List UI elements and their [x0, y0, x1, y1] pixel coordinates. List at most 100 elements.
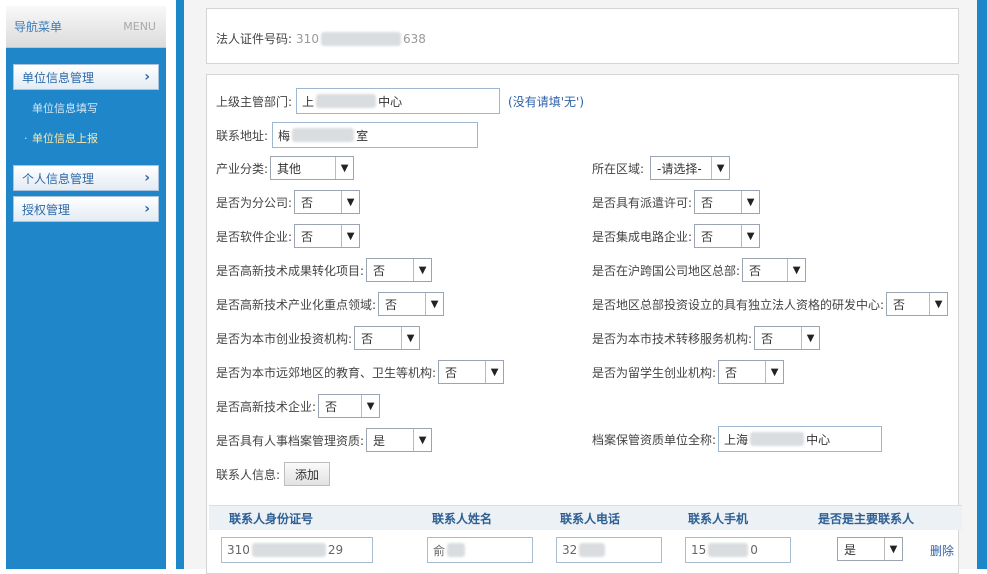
- address-input[interactable]: 梅 室: [272, 122, 479, 148]
- archive-unit-value-suffix: 中心: [806, 432, 831, 447]
- chevron-down-icon: ▼: [335, 157, 353, 179]
- column-header: 是否是主要联系人: [818, 511, 915, 526]
- edu-health-value: 否: [445, 365, 458, 380]
- sidebar-group-label: 个人信息管理: [22, 171, 95, 186]
- hitech-conv-label: 是否高新技术成果转化项目:: [216, 263, 365, 278]
- hr-archive-select[interactable]: 是 ▼: [366, 428, 433, 452]
- chevron-down-icon: ▼: [929, 293, 947, 315]
- chevron-down-icon: ▼: [801, 327, 819, 349]
- legal-id-value-suffix: 638: [402, 31, 426, 46]
- redaction-mask: [320, 31, 401, 46]
- table-row: 310 29 俞 32 15 0 是 ▼ 删除: [209, 531, 962, 569]
- dispatch-value: 否: [701, 195, 714, 210]
- sidebar-item-unit-fill[interactable]: 单位信息填写: [6, 94, 166, 124]
- supervisor-input[interactable]: 上 中心: [296, 88, 501, 114]
- sidebar-group-unit-info[interactable]: 单位信息管理 ›: [13, 64, 159, 90]
- returnee-select[interactable]: 否 ▼: [718, 360, 785, 384]
- industry-value: 其他: [277, 161, 302, 176]
- archive-unit-row: 档案保管资质单位全称: 上海 中心: [592, 426, 883, 452]
- nav-menu-label: MENU: [123, 20, 156, 33]
- hitech-label: 是否高新技术企业:: [216, 399, 317, 414]
- bullet-icon: ·: [24, 132, 28, 145]
- hr-archive-label: 是否具有人事档案管理资质:: [216, 433, 365, 448]
- contact-mobile-suffix: 0: [750, 543, 758, 557]
- chevron-right-icon: ›: [144, 170, 150, 186]
- redaction-mask: [292, 128, 355, 142]
- redaction-mask: [579, 543, 606, 557]
- add-contact-button[interactable]: 添加: [284, 462, 331, 486]
- multinational-select[interactable]: 否 ▼: [742, 258, 807, 282]
- legal-id-row: 法人证件号码: 310 638: [216, 30, 426, 47]
- sidebar-item-label: 单位信息上报: [32, 132, 98, 145]
- tech-transfer-select[interactable]: 否 ▼: [754, 326, 821, 350]
- chevron-right-icon: ›: [144, 69, 150, 85]
- address-label: 联系地址:: [216, 128, 269, 143]
- chevron-down-icon: ▼: [711, 157, 729, 179]
- column-header: 联系人手机: [688, 511, 749, 526]
- sidebar-group-personal-info[interactable]: 个人信息管理 ›: [13, 165, 159, 191]
- app-window: 导航菜单 MENU 单位信息管理 › 单位信息填写 · 单位信息上报 个人信息管…: [0, 0, 987, 574]
- chevron-down-icon: ▼: [361, 395, 379, 417]
- dispatch-select[interactable]: 否 ▼: [694, 190, 761, 214]
- software-select[interactable]: 否 ▼: [294, 224, 361, 248]
- chevron-down-icon: ▼: [425, 293, 443, 315]
- hitech-value: 否: [325, 399, 338, 414]
- delete-contact-link[interactable]: 删除: [930, 542, 954, 559]
- contact-name-input[interactable]: 俞: [427, 537, 533, 563]
- edu-health-select[interactable]: 否 ▼: [438, 360, 505, 384]
- contact-id-suffix: 29: [327, 543, 344, 557]
- supervisor-value-suffix: 中心: [378, 94, 403, 109]
- archive-unit-label: 档案保管资质单位全称:: [592, 432, 717, 447]
- supervisor-value-prefix: 上: [302, 94, 315, 109]
- software-row: 是否软件企业: 否 ▼: [216, 224, 361, 248]
- rd-center-select[interactable]: 否 ▼: [886, 292, 949, 316]
- software-label: 是否软件企业:: [216, 229, 293, 244]
- hitech-conv-select[interactable]: 否 ▼: [366, 258, 433, 282]
- branch-select[interactable]: 否 ▼: [294, 190, 361, 214]
- edu-health-row: 是否为本市远郊地区的教育、卫生等机构: 否 ▼: [216, 360, 505, 384]
- venture-select[interactable]: 否 ▼: [354, 326, 421, 350]
- branch-row: 是否为分公司: 否 ▼: [216, 190, 361, 214]
- ic-select[interactable]: 否 ▼: [694, 224, 761, 248]
- returnee-value: 否: [725, 365, 738, 380]
- rd-center-row: 是否地区总部投资设立的具有独立法人资格的研发中心: 否 ▼: [592, 292, 949, 316]
- chevron-down-icon: ▼: [765, 361, 783, 383]
- hitech-industry-label: 是否高新技术产业化重点领域:: [216, 297, 377, 312]
- chevron-right-icon: ›: [144, 201, 150, 217]
- sidebar-group-authorization[interactable]: 授权管理 ›: [13, 196, 159, 222]
- hitech-industry-row: 是否高新技术产业化重点领域: 否 ▼: [216, 292, 445, 316]
- industry-select[interactable]: 其他 ▼: [270, 156, 355, 180]
- contact-id-prefix: 310: [227, 543, 250, 557]
- contact-mobile-input[interactable]: 15 0: [685, 537, 791, 563]
- address-row: 联系地址: 梅 室: [216, 122, 479, 148]
- redaction-mask: [708, 543, 749, 557]
- address-value-prefix: 梅: [278, 128, 291, 143]
- contacts-table-header: 联系人身份证号 联系人姓名 联系人电话 联系人手机 是否是主要联系人: [209, 505, 962, 530]
- contact-phone-value: 32: [562, 543, 578, 557]
- chevron-down-icon: ▼: [401, 327, 419, 349]
- column-header: 联系人身份证号: [229, 511, 314, 526]
- hitech-select[interactable]: 否 ▼: [318, 394, 381, 418]
- multinational-row: 是否在沪跨国公司地区总部: 否 ▼: [592, 258, 807, 282]
- district-select[interactable]: -请选择- ▼: [650, 156, 731, 180]
- supervisor-hint: (没有请填'无'): [508, 94, 585, 109]
- multinational-label: 是否在沪跨国公司地区总部:: [592, 263, 741, 278]
- ic-label: 是否集成电路企业:: [592, 229, 693, 244]
- nav-title: 导航菜单: [14, 20, 63, 34]
- redaction-mask: [251, 543, 326, 557]
- chevron-down-icon: ▼: [741, 191, 759, 213]
- venture-row: 是否为本市创业投资机构: 否 ▼: [216, 326, 421, 350]
- contact-id-input[interactable]: 310 29: [221, 537, 373, 563]
- hitech-industry-select[interactable]: 否 ▼: [378, 292, 445, 316]
- sidebar-item-unit-report[interactable]: · 单位信息上报: [6, 124, 166, 154]
- hitech-row: 是否高新技术企业: 否 ▼: [216, 394, 381, 418]
- archive-unit-input[interactable]: 上海 中心: [718, 426, 883, 452]
- branch-value: 否: [301, 195, 314, 210]
- tech-transfer-label: 是否为本市技术转移服务机构:: [592, 331, 753, 346]
- contact-phone-input[interactable]: 32: [556, 537, 662, 563]
- archive-unit-value-prefix: 上海: [724, 432, 749, 447]
- contact-primary-select[interactable]: 是 ▼: [837, 537, 903, 561]
- address-value-suffix: 室: [356, 128, 369, 143]
- chevron-down-icon: ▼: [485, 361, 503, 383]
- district-label: 所在区域:: [592, 161, 645, 176]
